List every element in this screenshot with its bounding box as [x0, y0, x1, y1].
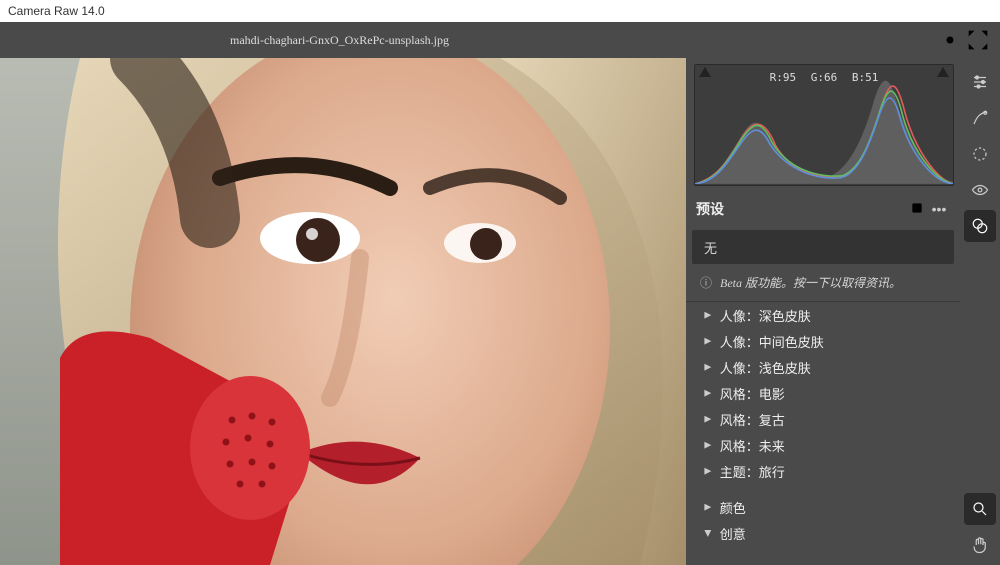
redeye-tool[interactable]	[964, 174, 996, 206]
preset-group[interactable]: ▶ 人像：浅色皮肤	[686, 354, 960, 380]
presets-header: 预设 •••	[686, 188, 960, 230]
preset-group[interactable]: ▶ 风格：未来	[686, 432, 960, 458]
disclosure-triangle-icon: ▶	[704, 502, 711, 512]
app-frame: mahdi-chaghari-GnxO_OxRePc-unsplash.jpg	[0, 22, 1000, 565]
preset-group-label: 风格：复古	[720, 410, 785, 429]
beta-tip-text: Beta 版功能。按一下以取得资讯。	[720, 274, 901, 291]
disclosure-triangle-icon: ▶	[704, 362, 711, 372]
preset-group[interactable]: ▶ 颜色	[686, 494, 960, 520]
preset-none-row[interactable]: 无	[692, 230, 954, 264]
preset-group-label: 创意	[720, 524, 746, 543]
preset-list: ▶ 人像：深色皮肤 ▶ 人像：中间色皮肤 ▶ 人像：浅色皮肤 ▶ 风格：电影 ▶ 风格：复古 ▶ 风格…	[686, 302, 960, 546]
preset-group-label: 人像：深色皮肤	[720, 306, 811, 325]
preset-group-label: 风格：未来	[720, 436, 785, 455]
fullscreen-button[interactable]	[964, 26, 992, 54]
preset-group[interactable]: ▶ 风格：电影	[686, 380, 960, 406]
settings-button[interactable]	[936, 26, 964, 54]
hand-tool[interactable]	[964, 529, 996, 561]
preset-group[interactable]: ▶ 主题：旅行	[686, 458, 960, 484]
window-title-bar: Camera Raw 14.0	[0, 0, 1000, 22]
preset-group-label: 主题：旅行	[720, 462, 785, 481]
disclosure-triangle-icon: ▶	[704, 310, 711, 320]
gear-icon	[936, 26, 964, 54]
presets-tool[interactable]	[964, 210, 996, 242]
disclosure-triangle-icon: ▶	[704, 414, 711, 424]
presets-icon	[971, 217, 989, 235]
window-title: Camera Raw 14.0	[8, 4, 105, 18]
preset-group-label: 颜色	[720, 498, 746, 517]
right-panel: R:95 G:66 B:51 预设 •••	[686, 58, 960, 565]
sliders-icon	[971, 73, 989, 91]
presets-more-button[interactable]: •••	[928, 201, 950, 217]
healing-tool[interactable]	[964, 102, 996, 134]
new-preset-icon	[910, 201, 924, 215]
create-preset-button[interactable]	[906, 201, 928, 218]
healing-brush-icon	[971, 109, 989, 127]
zoom-tool[interactable]	[964, 493, 996, 525]
image-canvas[interactable]	[0, 58, 686, 565]
disclosure-triangle-icon: ▶	[704, 466, 711, 476]
hand-icon	[971, 536, 989, 554]
eye-icon	[971, 181, 989, 199]
filename-label: mahdi-chaghari-GnxO_OxRePc-unsplash.jpg	[0, 33, 936, 48]
disclosure-triangle-icon: ▶	[703, 530, 713, 537]
preset-none-label: 无	[704, 238, 717, 257]
histogram-plot	[695, 65, 953, 184]
top-bar-actions	[936, 26, 1000, 54]
preset-group[interactable]: ▶ 人像：深色皮肤	[686, 302, 960, 328]
masking-icon	[971, 145, 989, 163]
fullscreen-icon	[964, 26, 992, 54]
beta-tip-row[interactable]: ⓘ Beta 版功能。按一下以取得资讯。	[686, 264, 960, 301]
main-area: R:95 G:66 B:51 预设 •••	[0, 58, 1000, 565]
histogram-section: R:95 G:66 B:51	[686, 58, 960, 188]
preset-group-label: 风格：电影	[720, 384, 785, 403]
preset-group-label: 人像：浅色皮肤	[720, 358, 811, 377]
preset-group[interactable]: ▶ 创意	[686, 520, 960, 546]
zoom-icon	[971, 500, 989, 518]
presets-title: 预设	[696, 199, 906, 219]
edit-sliders-tool[interactable]	[964, 66, 996, 98]
preset-group[interactable]: ▶ 人像：中间色皮肤	[686, 328, 960, 354]
masking-tool[interactable]	[964, 138, 996, 170]
disclosure-triangle-icon: ▶	[704, 440, 711, 450]
top-bar: mahdi-chaghari-GnxO_OxRePc-unsplash.jpg	[0, 22, 1000, 58]
disclosure-triangle-icon: ▶	[704, 336, 711, 346]
preset-group[interactable]: ▶ 风格：复古	[686, 406, 960, 432]
preset-group-label: 人像：中间色皮肤	[720, 332, 824, 351]
histogram[interactable]: R:95 G:66 B:51	[694, 64, 954, 186]
photo-content	[0, 58, 686, 565]
info-icon: ⓘ	[700, 274, 712, 291]
tool-strip	[960, 58, 1000, 565]
disclosure-triangle-icon: ▶	[704, 388, 711, 398]
